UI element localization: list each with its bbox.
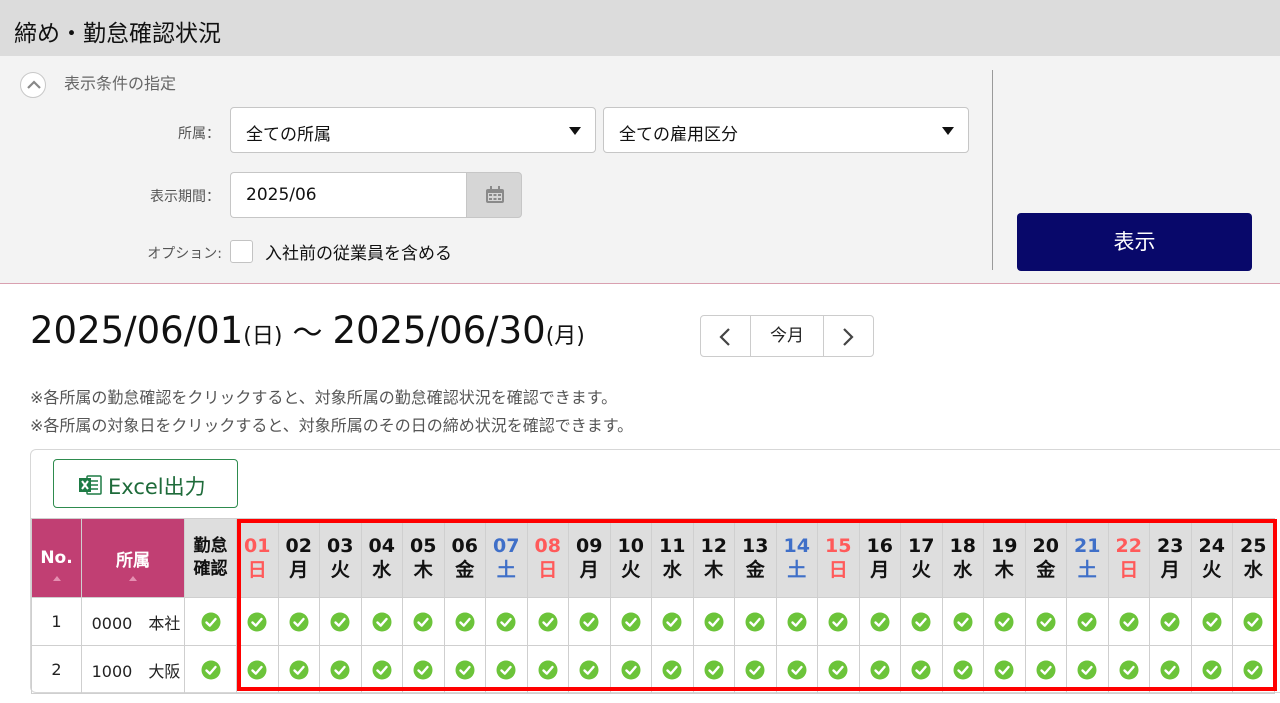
excel-export-label: Excel出力 (108, 475, 206, 499)
show-button[interactable]: 表示 (1017, 213, 1252, 271)
period-input[interactable]: 2025/06 (230, 172, 466, 218)
row-number: 2 (31, 645, 82, 694)
filter-section-title: 表示条件の指定 (64, 74, 177, 93)
range-separator: ～ (292, 316, 323, 351)
column-header-kintai-line2: 確認 (193, 559, 228, 579)
next-month-button[interactable] (823, 316, 873, 356)
caret-down-icon (942, 127, 954, 135)
option-label: オプション: (147, 246, 222, 262)
divider (992, 70, 993, 270)
dept-select-value: 全ての所属 (246, 125, 331, 145)
note-line: ※各所属の対象日をクリックすると、対象所属のその日の締め状況を確認できます。 (30, 416, 634, 435)
chevron-right-icon (843, 328, 854, 346)
column-header-no[interactable]: No. (31, 518, 82, 598)
date-range: 2025/06/01(日) ～ 2025/06/30(月) (30, 308, 585, 352)
excel-icon (79, 475, 102, 495)
row-dept: 0000 本社 (81, 597, 185, 646)
sort-icon (129, 576, 137, 581)
range-end: 2025/06/30 (332, 309, 546, 352)
column-header-kintai-line1: 勤怠 (193, 536, 228, 556)
title-bar: 締め・勤怠確認状況 (0, 0, 1280, 56)
include-pre-hire-checkbox[interactable] (230, 240, 253, 263)
chevron-left-icon (719, 328, 730, 346)
calendar-icon (486, 186, 504, 203)
chevron-up-icon (27, 80, 41, 89)
month-navigator: 今月 (700, 315, 874, 357)
page-title: 締め・勤怠確認状況 (14, 21, 221, 47)
column-header-dept[interactable]: 所属 (81, 518, 185, 598)
collapse-toggle-button[interactable] (20, 72, 46, 98)
dept-select[interactable]: 全ての所属 (230, 107, 596, 153)
range-start: 2025/06/01 (30, 309, 244, 352)
period-label: 表示期間： (150, 189, 220, 205)
kintai-status-cell[interactable] (184, 645, 237, 694)
check-circle-icon (201, 612, 220, 632)
kintai-status-cell[interactable] (184, 597, 237, 646)
row-dept: 1000 大阪 (81, 645, 185, 694)
range-end-weekday: (月) (545, 324, 585, 349)
column-header-no-label: No. (40, 548, 73, 568)
range-start-weekday: (日) (243, 324, 283, 349)
include-pre-hire-label[interactable]: 入社前の従業員を含める (265, 239, 452, 264)
sort-icon (52, 576, 61, 581)
employment-select-value: 全ての雇用区分 (619, 125, 738, 145)
check-circle-icon (201, 660, 220, 680)
highlight-box (237, 519, 1277, 691)
period-input-value: 2025/06 (246, 185, 317, 205)
excel-export-button[interactable]: Excel出力 (53, 459, 238, 508)
column-header-kintai: 勤怠 確認 (184, 518, 237, 598)
note-line: ※各所属の勤怠確認をクリックすると、対象所属の勤怠確認状況を確認できます。 (30, 388, 618, 407)
dept-label: 所属： (178, 126, 220, 142)
this-month-button[interactable]: 今月 (751, 316, 823, 356)
row-number: 1 (31, 597, 82, 646)
calendar-button[interactable] (466, 172, 522, 218)
column-header-dept-label: 所属 (116, 550, 150, 571)
caret-down-icon (569, 127, 581, 135)
prev-month-button[interactable] (701, 316, 751, 356)
employment-select[interactable]: 全ての雇用区分 (603, 107, 969, 153)
